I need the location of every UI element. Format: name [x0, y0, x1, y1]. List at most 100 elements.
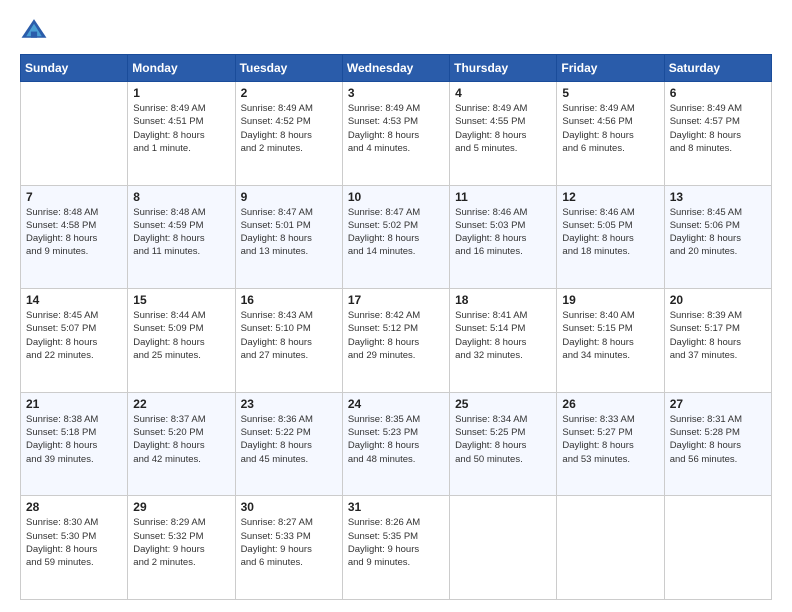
calendar-cell: 11Sunrise: 8:46 AMSunset: 5:03 PMDayligh… [450, 185, 557, 289]
day-info-line: Daylight: 8 hours [455, 129, 551, 142]
day-number: 6 [670, 86, 766, 100]
day-info-line: and 39 minutes. [26, 453, 122, 466]
header-day: Saturday [664, 55, 771, 82]
calendar-cell: 16Sunrise: 8:43 AMSunset: 5:10 PMDayligh… [235, 289, 342, 393]
day-number: 4 [455, 86, 551, 100]
day-number: 7 [26, 190, 122, 204]
day-info-line: and 20 minutes. [670, 245, 766, 258]
day-info-line: Sunrise: 8:34 AM [455, 413, 551, 426]
day-info: Sunrise: 8:41 AMSunset: 5:14 PMDaylight:… [455, 309, 551, 362]
day-info-line: Sunrise: 8:41 AM [455, 309, 551, 322]
day-info: Sunrise: 8:27 AMSunset: 5:33 PMDaylight:… [241, 516, 337, 569]
day-info-line: Daylight: 8 hours [455, 439, 551, 452]
day-info-line: Sunset: 5:18 PM [26, 426, 122, 439]
day-info-line: Daylight: 8 hours [241, 439, 337, 452]
day-info-line: Daylight: 8 hours [670, 439, 766, 452]
day-info-line: Sunset: 4:51 PM [133, 115, 229, 128]
day-info-line: Daylight: 8 hours [133, 232, 229, 245]
day-number: 17 [348, 293, 444, 307]
day-info-line: Sunrise: 8:45 AM [26, 309, 122, 322]
day-info-line: Daylight: 9 hours [348, 543, 444, 556]
day-info-line: Sunset: 5:05 PM [562, 219, 658, 232]
day-info-line: Sunrise: 8:27 AM [241, 516, 337, 529]
calendar-cell: 7 Sunrise: 8:48 AMSunset: 4:58 PMDaylight… [21, 185, 128, 289]
day-info-line: and 50 minutes. [455, 453, 551, 466]
day-info-line: Sunrise: 8:39 AM [670, 309, 766, 322]
day-info-line: Daylight: 8 hours [133, 336, 229, 349]
day-info-line: Sunrise: 8:49 AM [670, 102, 766, 115]
day-info: Sunrise: 8:31 AMSunset: 5:28 PMDaylight:… [670, 413, 766, 466]
day-info: Sunrise: 8:49 AMSunset: 4:56 PMDaylight:… [562, 102, 658, 155]
day-info-line: Sunset: 4:55 PM [455, 115, 551, 128]
day-info: Sunrise: 8:33 AMSunset: 5:27 PMDaylight:… [562, 413, 658, 466]
calendar-cell: 27Sunrise: 8:31 AMSunset: 5:28 PMDayligh… [664, 392, 771, 496]
calendar-header: SundayMondayTuesdayWednesdayThursdayFrid… [21, 55, 772, 82]
day-info-line: Sunrise: 8:26 AM [348, 516, 444, 529]
day-info: Sunrise: 8:26 AMSunset: 5:35 PMDaylight:… [348, 516, 444, 569]
day-number: 1 [133, 86, 229, 100]
day-info-line: Sunrise: 8:47 AM [241, 206, 337, 219]
day-info-line: Sunset: 5:28 PM [670, 426, 766, 439]
day-info: Sunrise: 8:37 AMSunset: 5:20 PMDaylight:… [133, 413, 229, 466]
calendar-week-row: 1 Sunrise: 8:49 AM Sunset: 4:51 PM Daylight… [21, 82, 772, 186]
day-info-line: and 9 minutes. [26, 245, 122, 258]
day-info-line: Sunset: 5:15 PM [562, 322, 658, 335]
day-info-line: and 22 minutes. [26, 349, 122, 362]
day-info-line: Sunset: 5:23 PM [348, 426, 444, 439]
day-info-line: Daylight: 8 hours [670, 129, 766, 142]
day-info-line: and 48 minutes. [348, 453, 444, 466]
calendar-cell: 2Sunrise: 8:49 AMSunset: 4:52 PMDaylight… [235, 82, 342, 186]
day-info-line: Sunrise: 8:47 AM [348, 206, 444, 219]
day-info: Sunrise: 8:43 AMSunset: 5:10 PMDaylight:… [241, 309, 337, 362]
day-number: 30 [241, 500, 337, 514]
day-info-line: and 5 minutes. [455, 142, 551, 155]
day-info-line: Sunset: 4:59 PM [133, 219, 229, 232]
calendar-cell: 13 Sunrise: 8:45 AMSunset: 5:06 PMDayligh… [664, 185, 771, 289]
day-info-line: Sunset: 4:52 PM [241, 115, 337, 128]
day-info-line: Sunrise: 8:49 AM [562, 102, 658, 115]
day-info-line: Sunset: 5:10 PM [241, 322, 337, 335]
day-info-line: Sunset: 5:17 PM [670, 322, 766, 335]
day-info-line: Sunrise: 8:35 AM [348, 413, 444, 426]
day-number: 21 [26, 397, 122, 411]
day-info-line: Sunrise: 8:45 AM [670, 206, 766, 219]
calendar-cell: 20Sunrise: 8:39 AMSunset: 5:17 PMDayligh… [664, 289, 771, 393]
calendar-cell: 18 Sunrise: 8:41 AMSunset: 5:14 PMDayligh… [450, 289, 557, 393]
day-info-line: and 29 minutes. [348, 349, 444, 362]
calendar-cell: 4Sunrise: 8:49 AMSunset: 4:55 PMDaylight… [450, 82, 557, 186]
day-number: 5 [562, 86, 658, 100]
day-info-line: Daylight: 8 hours [26, 543, 122, 556]
day-number: 15 [133, 293, 229, 307]
day-info: Sunrise: 8:47 AMSunset: 5:02 PMDaylight:… [348, 206, 444, 259]
day-info-line: Sunset: 4:58 PM [26, 219, 122, 232]
day-info-line: Daylight: 8 hours [455, 336, 551, 349]
day-info-line: and 42 minutes. [133, 453, 229, 466]
day-info-line: Sunrise: 8:48 AM [26, 206, 122, 219]
day-info-line: and 6 minutes. [241, 556, 337, 569]
header-day: Sunday [21, 55, 128, 82]
day-number: 25 [455, 397, 551, 411]
header-day: Monday [128, 55, 235, 82]
calendar-cell: 24Sunrise: 8:35 AMSunset: 5:23 PMDayligh… [342, 392, 449, 496]
header-day: Tuesday [235, 55, 342, 82]
day-info-line: and 16 minutes. [455, 245, 551, 258]
day-number: 18 [455, 293, 551, 307]
day-info-line: and 56 minutes. [670, 453, 766, 466]
day-info-line: Sunrise: 8:37 AM [133, 413, 229, 426]
day-info-line: Daylight: 8 hours [241, 232, 337, 245]
day-info-line: Sunrise: 8:33 AM [562, 413, 658, 426]
calendar-cell: 9Sunrise: 8:47 AMSunset: 5:01 PMDaylight… [235, 185, 342, 289]
day-info: Sunrise: 8:45 AMSunset: 5:06 PMDaylight:… [670, 206, 766, 259]
day-info-line: and 2 minutes. [241, 142, 337, 155]
day-number: 24 [348, 397, 444, 411]
day-info-line: and 1 minute. [133, 142, 229, 155]
day-info-line: Daylight: 8 hours [348, 232, 444, 245]
day-number: 13 [670, 190, 766, 204]
day-info-line: Daylight: 8 hours [26, 232, 122, 245]
day-info-line: and 34 minutes. [562, 349, 658, 362]
day-info-line: Sunrise: 8:49 AM [241, 102, 337, 115]
day-info-line: Sunset: 5:22 PM [241, 426, 337, 439]
day-info-line: and 53 minutes. [562, 453, 658, 466]
day-info-line: and 4 minutes. [348, 142, 444, 155]
day-info-line: Daylight: 9 hours [133, 543, 229, 556]
